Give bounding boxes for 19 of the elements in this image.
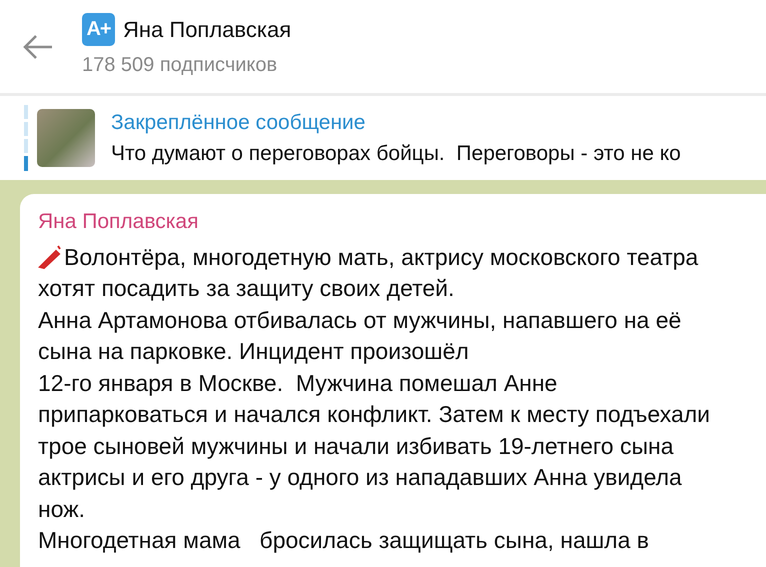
channel-title: Яна Поплавская [123, 16, 292, 44]
photo-placeholder [37, 109, 95, 167]
message-author: Яна Поплавская [38, 209, 200, 235]
message-line: актрисы и его друга - у одного из нападавших Анна увидела [38, 463, 682, 492]
pinned-message-label[interactable]: Закреплённое сообщение [111, 106, 681, 138]
message-line: трое сыновей мужчины и начали избивать 19-летнего сына [38, 432, 674, 461]
message-line: сына на парковке. Инцидент произошёл [38, 337, 469, 366]
message-line: нож. [38, 494, 86, 524]
subscriber-count: 178 509 подписчиков [82, 53, 278, 78]
pin-indicator-icon [24, 105, 29, 171]
message-line: Анна Артамонова отбивалась от мужчины, напавшего на её [38, 306, 682, 335]
back-arrow-icon [22, 32, 54, 60]
channel-logo: A+ [82, 13, 115, 46]
message-line: хотят посадить за защиту своих детей. [38, 274, 454, 303]
pinned-message-text: Что думают о переговорах бойцы. Переговоры - это не ко [111, 141, 681, 167]
message-line: Многодетная мама бросилась защищать сына, нашла в [38, 526, 650, 555]
message-line: припарковаться и начался конфликт. Затем к месту подъехали [38, 400, 710, 429]
message-line: Волонтёра, многодетную мать, актрису московского театра [64, 242, 698, 272]
message-line: 12-го января в Москве. Мужчина помешал Анне [38, 368, 558, 398]
